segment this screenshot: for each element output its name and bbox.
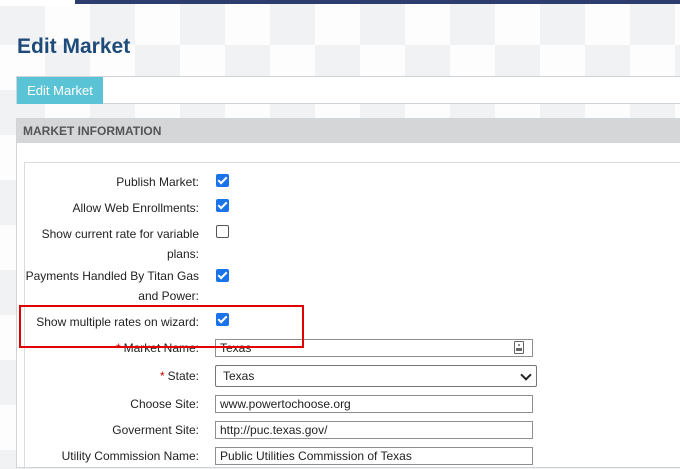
allow-web-enrollments-label: Allow Web Enrollments: bbox=[72, 201, 200, 215]
utility-commission-name-input[interactable]: Public Utilities Commission of Texas bbox=[215, 447, 533, 465]
payments-handled-checkbox[interactable] bbox=[216, 269, 229, 282]
section-header: MARKET INFORMATION bbox=[17, 119, 680, 143]
page-title: Edit Market bbox=[17, 35, 131, 58]
tab-bar: Edit Market bbox=[16, 76, 680, 104]
contact-card-icon bbox=[514, 341, 524, 354]
payments-handled-label: Payments Handled By Titan Gas and Power: bbox=[25, 269, 199, 303]
state-select[interactable]: Texas bbox=[215, 365, 537, 387]
utility-commission-name-label: Utility Commission Name: bbox=[61, 449, 199, 463]
government-site-label: Goverment Site: bbox=[112, 423, 199, 437]
top-nav-bar bbox=[0, 0, 680, 4]
publish-market-checkbox[interactable] bbox=[216, 174, 229, 187]
show-current-rate-label: Show current rate for variable plans: bbox=[41, 227, 199, 261]
choose-site-value: www.powertochoose.org bbox=[220, 397, 351, 411]
show-current-rate-checkbox[interactable] bbox=[216, 225, 229, 238]
government-site-value: http://puc.texas.gov/ bbox=[220, 423, 328, 437]
chevron-down-icon bbox=[520, 369, 532, 381]
required-mark: * bbox=[159, 369, 165, 383]
publish-market-label: Publish Market: bbox=[116, 175, 199, 189]
tab-edit-market[interactable]: Edit Market bbox=[17, 77, 103, 104]
highlight-box bbox=[19, 305, 304, 348]
choose-site-input[interactable]: www.powertochoose.org bbox=[215, 395, 533, 413]
choose-site-label: Choose Site: bbox=[130, 397, 199, 411]
state-label: * State: bbox=[159, 369, 199, 383]
state-selected-value: Texas bbox=[223, 369, 255, 383]
top-nav-logo-area bbox=[0, 0, 75, 6]
government-site-input[interactable]: http://puc.texas.gov/ bbox=[215, 421, 533, 439]
allow-web-enrollments-checkbox[interactable] bbox=[216, 199, 229, 212]
utility-commission-name-value: Public Utilities Commission of Texas bbox=[220, 449, 412, 463]
